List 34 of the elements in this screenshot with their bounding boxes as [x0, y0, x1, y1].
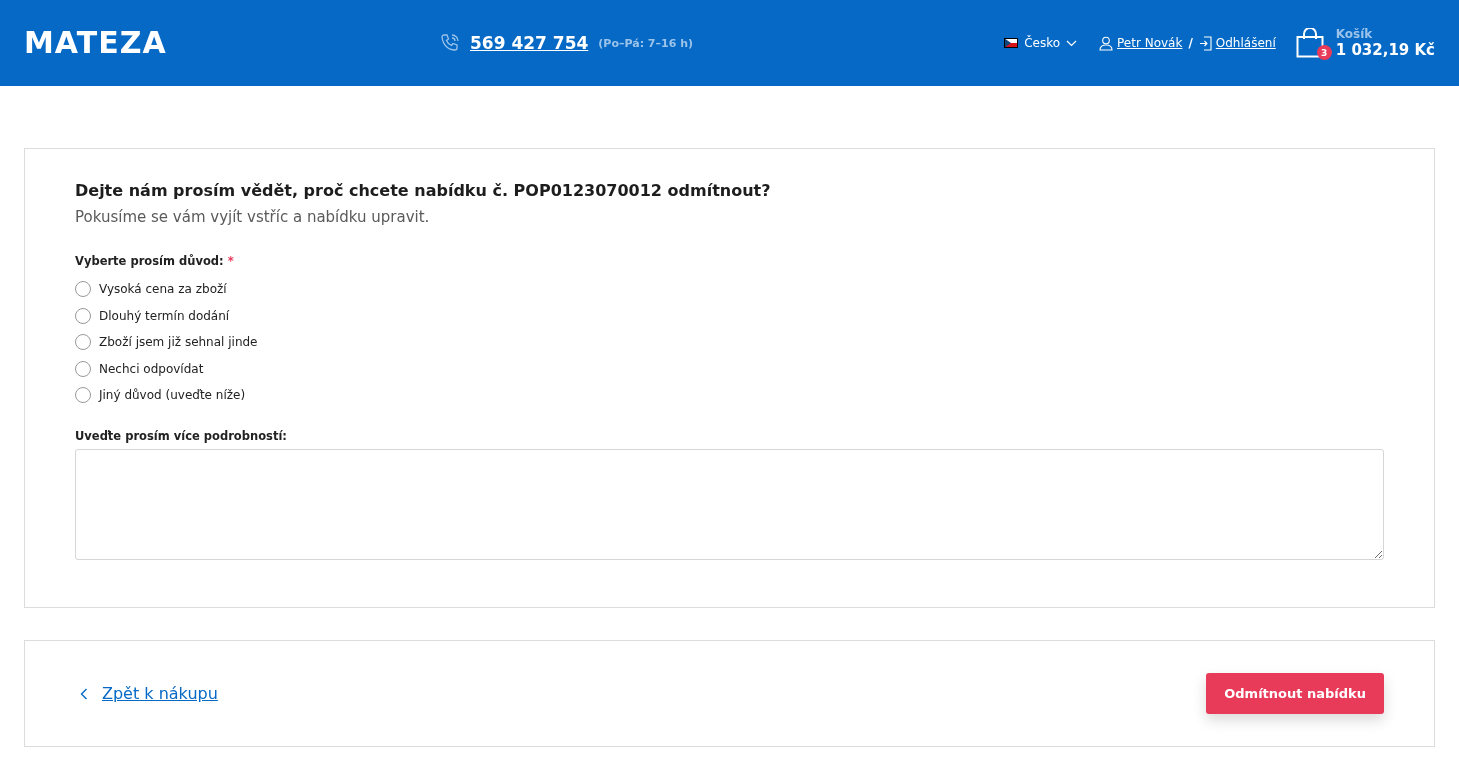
field-label: Vyberte prosím důvod: — [75, 254, 224, 268]
flag-icon — [1004, 38, 1019, 48]
reject-offer-button[interactable]: Odmítnout nabídku — [1206, 673, 1384, 714]
back-link[interactable]: Zpět k nákupu — [102, 684, 218, 703]
phone-link[interactable]: 569 427 754 — [470, 33, 589, 53]
user-account-link[interactable]: Petr Novák — [1117, 36, 1183, 50]
form-title: Dejte nám prosím vědět, proč chcete nabídku č. POP0123070012 odmítnout? — [75, 181, 772, 200]
details-field[interactable] — [75, 448, 1384, 560]
field-label: Uveďte prosím více podrobností: — [75, 428, 287, 443]
cart-label: Košík — [1335, 27, 1374, 41]
radio-label[interactable]: Zboží jsem již sehnal jinde — [99, 335, 258, 350]
radio-button[interactable] — [75, 360, 91, 377]
cart-total: 1 032,19 Kč — [1335, 41, 1435, 59]
logout-icon — [1198, 35, 1212, 51]
radio-label[interactable]: Dlouhý termín dodání — [99, 308, 230, 323]
form-subtitle: Pokusíme se vám vyjít vstříc a nabídku upravit. — [75, 208, 431, 226]
cart-count-badge: 3 — [1316, 45, 1332, 60]
radio-label[interactable]: Jiný důvod (uveďte níže) — [99, 388, 246, 403]
chevron-left-icon — [80, 687, 88, 700]
radio-button[interactable] — [75, 307, 91, 324]
required-mark: * — [227, 254, 234, 268]
logo[interactable]: MATEZA — [24, 28, 180, 58]
chevron-down-icon — [1066, 39, 1077, 47]
country-selector[interactable]: Česko — [1004, 36, 1077, 50]
phone-icon — [440, 33, 460, 53]
user-icon — [1099, 35, 1113, 51]
separator: / — [1188, 36, 1193, 50]
radio-label[interactable]: Nechci odpovídat — [99, 361, 204, 376]
radio-label[interactable]: Vysoká cena za zboží — [99, 282, 227, 297]
radio-button[interactable] — [75, 334, 91, 351]
radio-button[interactable] — [75, 387, 91, 404]
opening-hours: (Po–Pá: 7–16 h) — [598, 36, 693, 50]
logout-link[interactable]: Odhlášení — [1215, 36, 1276, 50]
radio-button[interactable] — [75, 281, 91, 298]
